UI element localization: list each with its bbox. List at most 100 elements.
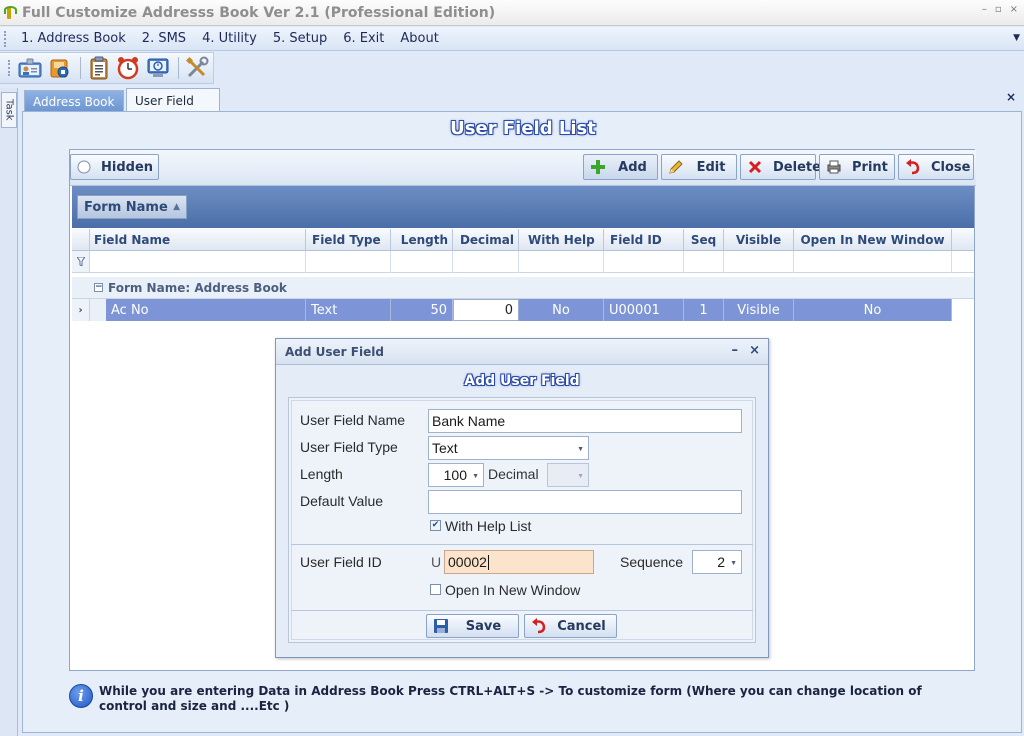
decimal-select[interactable]: ▼	[547, 463, 589, 487]
filter-cell[interactable]	[794, 251, 952, 273]
maximize-button[interactable]: ▫	[995, 4, 1002, 15]
group-row-label: Form Name: Address Book	[108, 280, 287, 295]
print-button[interactable]: Print	[819, 154, 895, 180]
column-open-in-new-window[interactable]: Open In New Window	[794, 229, 952, 251]
user-field-type-select[interactable]: Text ▼	[428, 436, 589, 460]
close-button[interactable]: Close	[898, 154, 974, 180]
length-select[interactable]: 100 ▼	[428, 463, 484, 487]
open-in-new-window-label: Open In New Window	[445, 582, 581, 598]
user-field-id-input[interactable]: 00002	[444, 550, 594, 574]
cancel-button[interactable]: Cancel	[524, 614, 617, 638]
filter-cell[interactable]	[684, 251, 724, 273]
app-icon	[4, 5, 17, 21]
tab-address-book[interactable]: Address Book	[24, 90, 124, 112]
form-divider	[291, 610, 753, 611]
decimal-label: Decimal	[488, 466, 539, 482]
title-bar: Full Customize Addresss Book Ver 2.1 (Pr…	[0, 0, 1024, 26]
chevron-down-icon: ▼	[577, 446, 584, 453]
cell-with-help[interactable]: No	[519, 299, 604, 321]
with-help-list-checkbox[interactable]: ✔	[430, 520, 441, 531]
column-with-help[interactable]: With Help	[519, 229, 604, 251]
menu-overflow-icon[interactable]: ▼	[1013, 33, 1020, 43]
cell-decimal[interactable]: 0	[453, 299, 519, 321]
cell-visible[interactable]: Visible	[724, 299, 794, 321]
filter-cell[interactable]	[724, 251, 794, 273]
filter-cell[interactable]	[604, 251, 684, 273]
filter-cell[interactable]	[90, 251, 306, 273]
column-field-id[interactable]: Field ID	[604, 229, 684, 251]
edit-button[interactable]: Edit	[661, 154, 737, 180]
cell-field-name[interactable]: Ac No	[106, 299, 306, 321]
table-row[interactable]: › Ac No Text 50 0 No U00001 1 Visible No	[72, 299, 974, 321]
column-visible[interactable]: Visible	[724, 229, 794, 251]
column-field-type[interactable]: Field Type	[306, 229, 391, 251]
sequence-label: Sequence	[620, 554, 684, 570]
column-decimal[interactable]: Decimal	[453, 229, 519, 251]
minimize-button[interactable]: –	[982, 4, 987, 15]
cell-length[interactable]: 50	[391, 299, 453, 321]
save-button[interactable]: Save	[426, 614, 519, 638]
form-divider	[291, 544, 753, 545]
close-tab-icon[interactable]: ×	[1006, 90, 1016, 104]
menu-address-book[interactable]: 1. Address Book	[13, 31, 134, 46]
task-tab[interactable]: Task	[1, 92, 17, 128]
add-user-field-dialog: Add User Field – × Add User Field User F…	[275, 338, 769, 658]
chevron-down-icon: ▼	[472, 473, 479, 480]
icon-toolbar	[0, 52, 214, 84]
open-in-new-window-checkbox[interactable]	[430, 584, 441, 595]
window-controls: – ▫ ×	[982, 4, 1018, 15]
chevron-down-icon: ▼	[730, 560, 737, 567]
dialog-form: User Field Name Bank Name User Field Typ…	[288, 397, 756, 643]
filter-cell[interactable]	[391, 251, 453, 273]
group-row[interactable]: − Form Name: Address Book	[72, 277, 974, 299]
print-label: Print	[852, 159, 888, 175]
cell-seq[interactable]: 1	[684, 299, 724, 321]
grid-button-row: Hidden Add Edit Delete Print Close	[70, 150, 976, 186]
filter-cell[interactable]	[453, 251, 519, 273]
header-indicator-cell	[72, 229, 90, 251]
document-tabs: Address Book User Field ×	[22, 88, 1022, 112]
address-book-icon[interactable]	[47, 54, 74, 82]
printer-icon	[826, 159, 842, 175]
with-help-list-label: With Help List	[445, 518, 532, 534]
filter-cell[interactable]	[306, 251, 391, 273]
filter-icon[interactable]	[72, 251, 90, 272]
user-field-name-input[interactable]: Bank Name	[428, 409, 742, 433]
default-value-input[interactable]	[428, 490, 742, 514]
delete-button[interactable]: Delete	[740, 154, 821, 180]
toolbar-separator	[80, 57, 82, 79]
plus-icon	[590, 159, 606, 175]
dialog-title-bar[interactable]: Add User Field	[276, 339, 768, 365]
cell-open-in-new-window[interactable]: No	[794, 299, 952, 321]
user-field-id-prefix: U	[431, 554, 442, 570]
menu-exit[interactable]: 6. Exit	[335, 31, 392, 46]
group-chip-form-name[interactable]: Form Name ▲	[77, 195, 187, 219]
add-button[interactable]: Add	[583, 154, 658, 180]
hidden-toggle-button[interactable]: Hidden	[70, 154, 159, 180]
column-seq[interactable]: Seq	[684, 229, 724, 251]
menu-about[interactable]: About	[392, 31, 446, 46]
tools-icon[interactable]	[183, 54, 210, 82]
cell-field-id[interactable]: U00001	[604, 299, 684, 321]
menu-bar: 1. Address Book 2. SMS 4. Utility 5. Set…	[0, 27, 1024, 51]
close-window-button[interactable]: ×	[1010, 4, 1018, 15]
collapse-icon[interactable]: −	[94, 283, 103, 292]
menu-setup[interactable]: 5. Setup	[265, 31, 335, 46]
dialog-close-icon[interactable]: ×	[749, 343, 760, 358]
backup-monitor-icon[interactable]	[145, 54, 172, 82]
column-length[interactable]: Length	[391, 229, 453, 251]
alarm-clock-icon[interactable]	[115, 54, 142, 82]
tab-user-field[interactable]: User Field	[126, 88, 220, 112]
dialog-title: Add User Field	[285, 344, 384, 359]
dialog-minimize-icon[interactable]: –	[732, 343, 739, 358]
menu-utility[interactable]: 4. Utility	[194, 31, 265, 46]
cell-field-type[interactable]: Text	[306, 299, 391, 321]
cancel-label: Cancel	[557, 618, 606, 634]
filter-cell[interactable]	[519, 251, 604, 273]
column-field-name[interactable]: Field Name	[90, 229, 306, 251]
task-strip: Task	[0, 88, 18, 736]
contact-card-icon[interactable]	[17, 54, 44, 82]
menu-sms[interactable]: 2. SMS	[134, 31, 194, 46]
sequence-select[interactable]: 2 ▼	[692, 550, 742, 574]
clipboard-icon[interactable]	[85, 54, 112, 82]
